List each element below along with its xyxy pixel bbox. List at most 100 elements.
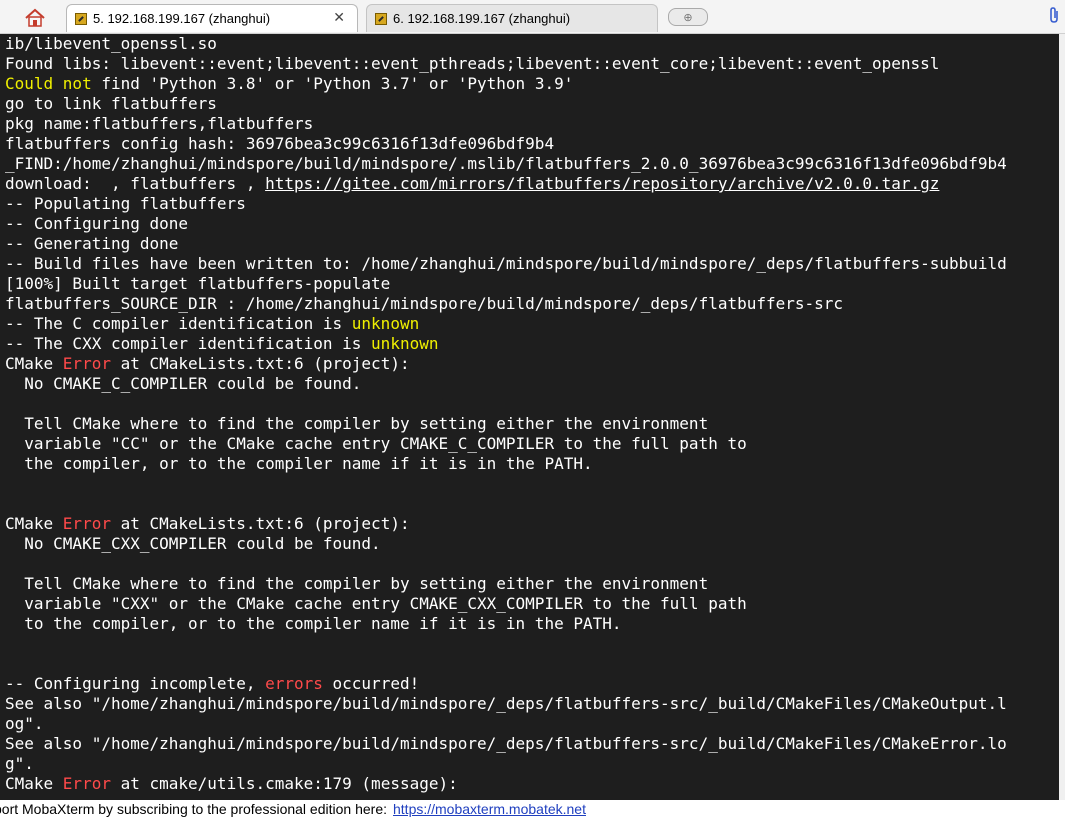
terminal-line: ib/libevent_openssl.so [0, 34, 1059, 54]
terminal-line: See also "/home/zhanghui/mindspore/build… [0, 694, 1059, 714]
terminal-text: No CMAKE_CXX_COMPILER could be found. [5, 534, 381, 553]
terminal-text: flatbuffers config hash: 36976bea3c99c63… [5, 134, 555, 153]
terminal-text: to the compiler, or to the compiler name… [5, 614, 622, 633]
terminal-line: [100%] Built target flatbuffers-populate [0, 274, 1059, 294]
terminal-line: to the compiler, or to the compiler name… [0, 614, 1059, 634]
terminal-text: variable "CXX" or the CMake cache entry … [5, 594, 747, 613]
terminal-text: the compiler, or to the compiler name if… [5, 454, 593, 473]
terminal-text: occurred! [322, 674, 420, 693]
terminal-text: -- Configuring incomplete, [5, 674, 266, 693]
terminal-text: CMake [5, 774, 63, 793]
tab-session-5[interactable]: 5. 192.168.199.167 (zhanghui) ✕ [66, 4, 358, 32]
terminal-text: g". [5, 754, 34, 773]
terminal-text: variable "CC" or the CMake cache entry C… [5, 434, 747, 453]
terminal-line: g". [0, 754, 1059, 774]
status-bar: port MobaXterm by subscribing to the pro… [0, 800, 1065, 818]
terminal-line: flatbuffers_SOURCE_DIR : /home/zhanghui/… [0, 294, 1059, 314]
terminal-line: go to link flatbuffers [0, 94, 1059, 114]
terminal-text: go to link flatbuffers [5, 94, 217, 113]
terminal-line: the compiler, or to the compiler name if… [0, 454, 1059, 474]
terminal-text: CMake [5, 354, 63, 373]
status-message: port MobaXterm by subscribing to the pro… [0, 801, 387, 817]
terminal-line: -- The CXX compiler identification is un… [0, 334, 1059, 354]
terminal-text: Could not [5, 74, 92, 93]
terminal-text: og". [5, 714, 44, 733]
terminal-text: See also "/home/zhanghui/mindspore/build… [5, 734, 1007, 753]
terminal-text: Error [62, 514, 111, 533]
terminal-text: _FIND:/home/zhanghui/mindspore/build/min… [5, 154, 1007, 173]
terminal-session-icon [375, 12, 387, 25]
terminal-output[interactable]: ib/libevent_openssl.so Found libs: libeve… [0, 34, 1059, 800]
terminal-text: CMake [5, 514, 63, 533]
terminal-text: No CMAKE_C_COMPILER could be found. [5, 374, 362, 393]
terminal-line: Tell CMake where to find the compiler by… [0, 414, 1059, 434]
terminal-text: Tell CMake where to find the compiler by… [5, 414, 709, 433]
tab-label: 6. 192.168.199.167 (zhanghui) [393, 11, 571, 26]
terminal-link[interactable]: https://gitee.com/mirrors/flatbuffers/re… [265, 174, 939, 193]
terminal-text: [100%] Built target flatbuffers-populate [5, 274, 391, 293]
terminal-text: unknown [351, 314, 420, 333]
terminal-text: at cmake/utils.cmake:179 (message): [110, 774, 458, 793]
terminal-text: Tell CMake where to find the compiler by… [5, 574, 709, 593]
terminal-line: -- The C compiler identification is unkn… [0, 314, 1059, 334]
tab-session-6[interactable]: 6. 192.168.199.167 (zhanghui) [366, 4, 658, 32]
terminal-line: -- Generating done [0, 234, 1059, 254]
scrollbar[interactable] [1059, 34, 1065, 800]
terminal-text: find 'Python 3.8' or 'Python 3.7' or 'Py… [91, 74, 574, 93]
terminal-line: download: , flatbuffers , https://gitee.… [0, 174, 1059, 194]
terminal-text: -- Generating done [5, 234, 179, 253]
terminal-line: CMake Error at cmake/utils.cmake:179 (me… [0, 774, 1059, 794]
terminal-line: _FIND:/home/zhanghui/mindspore/build/min… [0, 154, 1059, 174]
paperclip-icon[interactable] [1047, 6, 1061, 29]
terminal-text: at CMakeLists.txt:6 (project): [110, 514, 410, 533]
terminal-line: variable "CC" or the CMake cache entry C… [0, 434, 1059, 454]
home-icon [25, 8, 45, 27]
terminal-text: pkg name:flatbuffers,flatbuffers [5, 114, 314, 133]
terminal-text: -- The C compiler identification is [5, 314, 352, 333]
plus-icon: ⊕ [683, 11, 693, 24]
close-icon[interactable]: ✕ [333, 9, 345, 26]
terminal-session-icon [75, 12, 87, 25]
terminal-text: -- The CXX compiler identification is [5, 334, 372, 353]
terminal-line: -- Populating flatbuffers [0, 194, 1059, 214]
terminal-line: Tell CMake where to find the compiler by… [0, 574, 1059, 594]
terminal-text: errors [265, 674, 323, 693]
terminal-text: Found libs: libevent::event;libevent::ev… [5, 54, 940, 73]
tab-label: 5. 192.168.199.167 (zhanghui) [93, 11, 271, 26]
terminal-text: -- Build files have been written to: /ho… [5, 254, 1007, 273]
terminal-text: -- Populating flatbuffers [5, 194, 246, 213]
terminal-text: unknown [371, 334, 439, 353]
tab-bar: 5. 192.168.199.167 (zhanghui) ✕ 6. 192.1… [0, 0, 1065, 34]
terminal-text: Error [62, 774, 111, 793]
new-tab-button[interactable]: ⊕ [668, 8, 708, 26]
terminal-line: Found libs: libevent::event;libevent::ev… [0, 54, 1059, 74]
terminal-line: -- Configuring incomplete, errors occurr… [0, 674, 1059, 694]
terminal-line: -- Build files have been written to: /ho… [0, 254, 1059, 274]
terminal-text: flatbuffers_SOURCE_DIR : /home/zhanghui/… [5, 294, 844, 313]
terminal-line: No CMAKE_C_COMPILER could be found. [0, 374, 1059, 394]
terminal-line: pkg name:flatbuffers,flatbuffers [0, 114, 1059, 134]
terminal-text: ib/libevent_openssl.so [5, 34, 217, 53]
terminal-text: download: , flatbuffers , [5, 174, 266, 193]
terminal-line: og". [0, 714, 1059, 734]
terminal-line: See also "/home/zhanghui/mindspore/build… [0, 734, 1059, 754]
terminal-line: Could not find 'Python 3.8' or 'Python 3… [0, 74, 1059, 94]
terminal-text: See also "/home/zhanghui/mindspore/build… [5, 694, 1007, 713]
terminal-line: CMake Error at CMakeLists.txt:6 (project… [0, 354, 1059, 374]
terminal-line: No CMAKE_CXX_COMPILER could be found. [0, 534, 1059, 554]
status-link[interactable]: https://mobaxterm.mobatek.net [393, 801, 586, 817]
terminal-line: -- Configuring done [0, 214, 1059, 234]
terminal-line: CMake Error at CMakeLists.txt:6 (project… [0, 514, 1059, 534]
terminal-line: variable "CXX" or the CMake cache entry … [0, 594, 1059, 614]
home-tab[interactable] [10, 4, 60, 32]
terminal-text: Error [62, 354, 111, 373]
terminal-text: at CMakeLists.txt:6 (project): [110, 354, 410, 373]
terminal-line: flatbuffers config hash: 36976bea3c99c63… [0, 134, 1059, 154]
terminal-text: -- Configuring done [5, 214, 189, 233]
